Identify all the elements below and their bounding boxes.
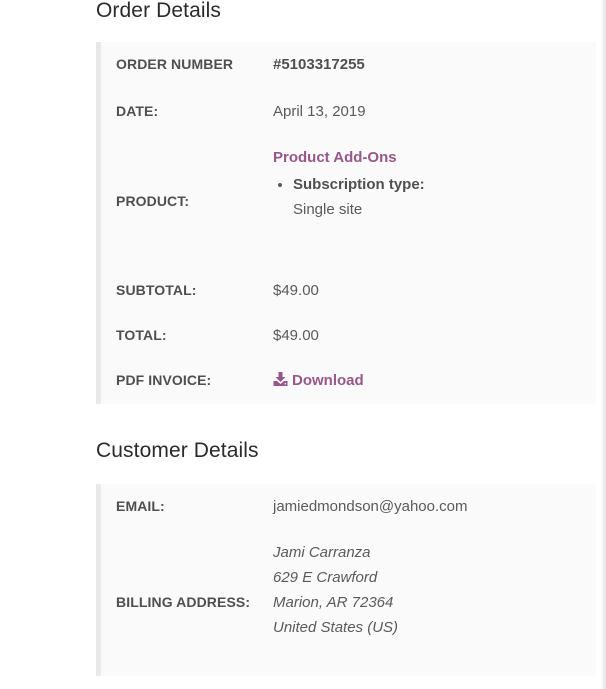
billing-address: Jami Carranza 629 E Crawford Marion, AR … <box>273 540 398 640</box>
order-details-panel: ORDER NUMBER #5103317255 DATE: April 13,… <box>96 42 596 404</box>
window-edge <box>602 0 606 689</box>
customer-details-panel: EMAIL: jamiedmondson@yahoo.com BILLING A… <box>96 484 596 676</box>
product-meta-key: Subscription type: <box>293 176 425 193</box>
pdf-download-link[interactable]: Download <box>273 372 364 390</box>
email-value: jamiedmondson@yahoo.com <box>273 498 468 515</box>
product-meta-value: Single site <box>293 201 363 218</box>
order-number-value: #5103317255 <box>273 56 365 73</box>
product-name-link[interactable]: Product Add-Ons <box>273 149 397 166</box>
pdf-invoice-label: PDF INVOICE: <box>116 372 212 388</box>
order-number-label: ORDER NUMBER <box>116 56 234 72</box>
billing-city-state: Marion, AR 72364 <box>273 594 394 611</box>
email-label: EMAIL: <box>116 498 165 514</box>
download-icon <box>273 372 288 390</box>
billing-name: Jami Carranza <box>273 544 371 561</box>
billing-address-label: BILLING ADDRESS: <box>116 594 251 610</box>
subtotal-label: SUBTOTAL: <box>116 282 197 298</box>
product-meta-item: Subscription type: Single site <box>293 172 425 222</box>
order-date-label: DATE: <box>116 103 159 119</box>
order-date-value: April 13, 2019 <box>273 103 366 120</box>
billing-country: United States (US) <box>273 619 399 636</box>
product-label: PRODUCT: <box>116 193 190 209</box>
customer-details-heading: Customer Details <box>96 439 259 462</box>
product-details: Product Add-Ons Subscription type: Singl… <box>273 149 425 222</box>
pdf-download-text: Download <box>292 372 364 389</box>
total-value: $49.00 <box>273 327 319 344</box>
total-label: TOTAL: <box>116 327 167 343</box>
order-details-heading: Order Details <box>96 0 222 22</box>
billing-street: 629 E Crawford <box>273 569 378 586</box>
subtotal-value: $49.00 <box>273 282 319 299</box>
product-meta-list: Subscription type: Single site <box>273 172 425 222</box>
